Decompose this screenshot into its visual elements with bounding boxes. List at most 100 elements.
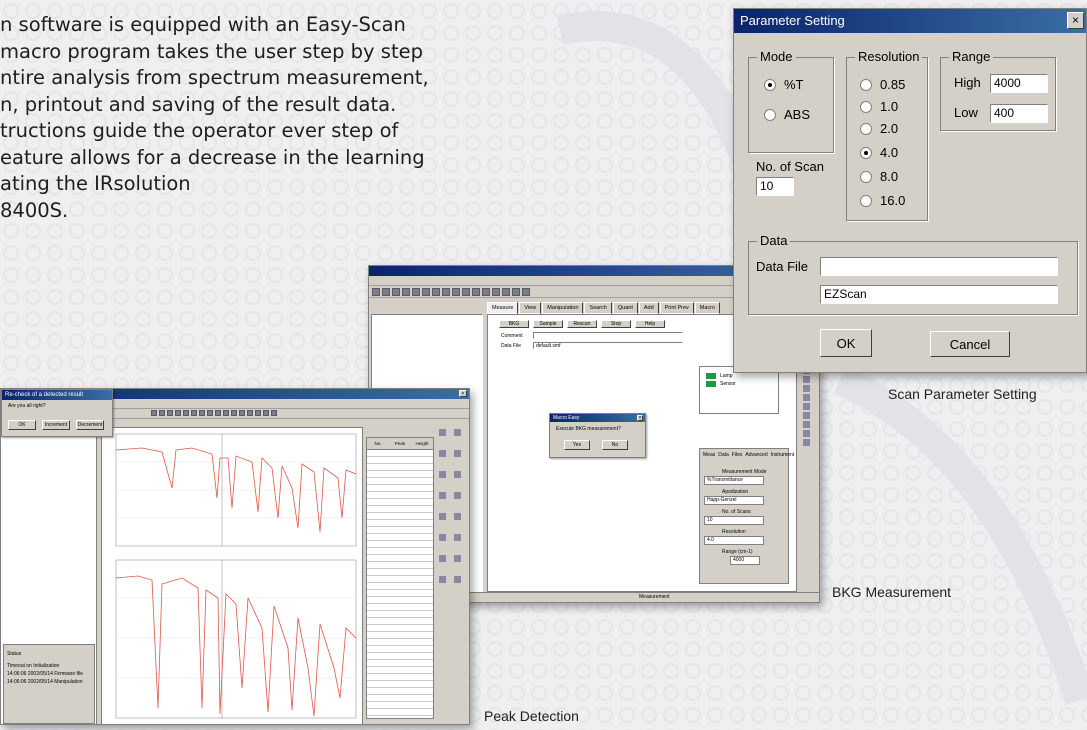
tool-icon[interactable]	[439, 471, 446, 478]
tab-view[interactable]: View	[519, 302, 542, 314]
cancel-button[interactable]: Cancel	[930, 331, 1010, 357]
toolbar-icon[interactable]	[207, 410, 213, 416]
tool-icon[interactable]	[439, 534, 446, 541]
toolbar-icon[interactable]	[462, 288, 470, 296]
increment-button[interactable]: Increment	[42, 420, 70, 430]
close-icon[interactable]: ×	[1067, 12, 1084, 29]
tool-icon[interactable]	[454, 492, 461, 499]
tool-icon[interactable]	[803, 394, 810, 401]
close-icon[interactable]: ×	[459, 390, 467, 397]
panel-tab[interactable]: Files	[732, 452, 743, 458]
toolbar-icon[interactable]	[432, 288, 440, 296]
data-file-input[interactable]	[820, 257, 1058, 276]
spectrum-chart-area[interactable]	[101, 427, 363, 724]
toolbar-icon[interactable]	[402, 288, 410, 296]
toolbar-icon[interactable]	[492, 288, 500, 296]
bkg-button[interactable]: BKG	[499, 320, 529, 328]
tool-icon[interactable]	[439, 450, 446, 457]
tool-icon[interactable]	[454, 513, 461, 520]
toolbar-icon[interactable]	[199, 410, 205, 416]
yes-button[interactable]: Yes	[564, 440, 590, 450]
peak-table[interactable]: No. Peak Height	[366, 437, 434, 719]
rescan-button[interactable]: Rescan	[567, 320, 597, 328]
mode-radio-percent-t[interactable]: %T	[764, 77, 804, 92]
tab-search[interactable]: Search	[584, 302, 612, 314]
panel-row-input[interactable]: 4000	[730, 556, 760, 565]
toolbar-icon[interactable]	[412, 288, 420, 296]
toolbar-icon[interactable]	[223, 410, 229, 416]
panel-row-select[interactable]: 4.0	[704, 536, 764, 545]
tool-icon[interactable]	[803, 430, 810, 437]
toolbar-icon[interactable]	[239, 410, 245, 416]
toolbar-icon[interactable]	[452, 288, 460, 296]
resolution-radio-0-85[interactable]: 0.85	[860, 77, 905, 92]
toolbar-icon[interactable]	[231, 410, 237, 416]
tool-icon[interactable]	[803, 403, 810, 410]
resolution-radio-8-0[interactable]: 8.0	[860, 169, 898, 184]
toolbar-icon[interactable]	[482, 288, 490, 296]
toolbar-icon[interactable]	[183, 410, 189, 416]
panel-tab[interactable]: Advanced	[745, 452, 767, 458]
close-icon[interactable]: ×	[637, 415, 643, 421]
tool-icon[interactable]	[439, 429, 446, 436]
tool-icon[interactable]	[803, 412, 810, 419]
comment-input[interactable]	[533, 332, 683, 339]
toolbar-icon[interactable]	[247, 410, 253, 416]
toolbar-icon[interactable]	[392, 288, 400, 296]
stop-button[interactable]: Stop	[601, 320, 631, 328]
help-button[interactable]: Help	[635, 320, 665, 328]
toolbar-icon[interactable]	[255, 410, 261, 416]
toolbar-icon[interactable]	[422, 288, 430, 296]
tool-icon[interactable]	[803, 376, 810, 383]
toolbar-icon[interactable]	[159, 410, 165, 416]
panel-tab[interactable]: Data	[718, 452, 729, 458]
tab-quant[interactable]: Quant	[612, 302, 638, 314]
resolution-radio-2-0[interactable]: 2.0	[860, 121, 898, 136]
tool-icon[interactable]	[439, 492, 446, 499]
panel-row-select[interactable]: %Transmittance	[704, 476, 764, 485]
tool-icon[interactable]	[803, 421, 810, 428]
tab-print-preview[interactable]: Print Prev	[659, 302, 694, 314]
ok-button[interactable]: OK	[8, 420, 36, 430]
toolbar-icon[interactable]	[263, 410, 269, 416]
resolution-radio-1-0[interactable]: 1.0	[860, 99, 898, 114]
tool-icon[interactable]	[803, 439, 810, 446]
data-comment-input[interactable]: EZScan	[820, 285, 1058, 304]
tool-icon[interactable]	[439, 555, 446, 562]
resolution-radio-16-0[interactable]: 16.0	[860, 193, 905, 208]
panel-row-select[interactable]: Happ-Genzel	[704, 496, 764, 505]
toolbar-icon[interactable]	[382, 288, 390, 296]
toolbar-icon[interactable]	[167, 410, 173, 416]
toolbar-icon[interactable]	[215, 410, 221, 416]
range-high-input[interactable]: 4000	[990, 74, 1048, 93]
tool-icon[interactable]	[454, 429, 461, 436]
range-low-input[interactable]: 400	[990, 104, 1048, 123]
toolbar-icon[interactable]	[372, 288, 380, 296]
tab-add[interactable]: Add	[638, 302, 659, 314]
mode-radio-abs[interactable]: ABS	[764, 107, 810, 122]
panel-tab[interactable]: Instrument	[771, 452, 795, 458]
tab-manipulation[interactable]: Manipulation	[542, 302, 584, 314]
no-button[interactable]: No	[602, 440, 628, 450]
toolbar-icon[interactable]	[271, 410, 277, 416]
tool-icon[interactable]	[803, 385, 810, 392]
tool-icon[interactable]	[454, 450, 461, 457]
tool-icon[interactable]	[454, 534, 461, 541]
panel-row-select[interactable]: 10	[704, 516, 764, 525]
toolbar-icon[interactable]	[175, 410, 181, 416]
tool-icon[interactable]	[439, 513, 446, 520]
scan-count-input[interactable]: 10	[756, 177, 794, 196]
toolbar-icon[interactable]	[512, 288, 520, 296]
tab-measure[interactable]: Measure	[487, 302, 519, 314]
tool-icon[interactable]	[454, 471, 461, 478]
ok-button[interactable]: OK	[820, 329, 872, 357]
panel-tab[interactable]: Meas	[703, 452, 715, 458]
toolbar-icon[interactable]	[502, 288, 510, 296]
tab-macro[interactable]: Macro	[694, 302, 721, 314]
toolbar-icon[interactable]	[442, 288, 450, 296]
resolution-radio-4-0[interactable]: 4.0	[860, 145, 898, 160]
toolbar-icon[interactable]	[151, 410, 157, 416]
decrement-button[interactable]: Decrement	[76, 420, 104, 430]
tool-icon[interactable]	[439, 576, 446, 583]
toolbar-icon[interactable]	[472, 288, 480, 296]
